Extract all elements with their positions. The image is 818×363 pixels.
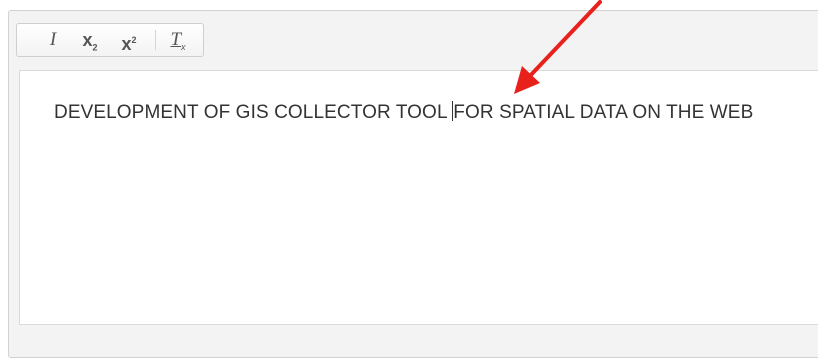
subscript-button[interactable]: x2 [77,28,103,53]
superscript-glyph: x [121,34,132,54]
subscript-icon: x2 [82,30,98,53]
toolbar-separator [155,30,156,50]
red-arrow-annotation [514,0,602,94]
rich-text-editor: I x2 x2 Tx DEVELOPMENT OF GIS COLLECTOR … [8,10,818,358]
subscript-glyph: x [82,30,93,50]
formatting-toolbar: I x2 x2 Tx [16,23,204,57]
remove-format-button[interactable]: Tx [165,28,191,52]
editor-content-area[interactable]: DEVELOPMENT OF GIS COLLECTOR TOOL FOR SP… [19,70,818,325]
italic-button[interactable]: I [40,28,66,52]
editor-text[interactable]: DEVELOPMENT OF GIS COLLECTOR TOOL FOR SP… [54,98,784,128]
italic-icon: I [49,29,57,50]
remove-format-icon: Tx [170,29,186,52]
text-after-caret: FOR SPATIAL DATA ON THE WEB [453,102,754,123]
text-before-caret: DEVELOPMENT OF GIS COLLECTOR TOOL [54,102,453,123]
remove-format-glyph: T [170,29,182,50]
superscript-icon: x2 [121,34,136,54]
superscript-mark: 2 [131,35,137,45]
superscript-button[interactable]: x2 [116,28,142,54]
remove-format-mark: x [181,41,186,52]
subscript-mark: 2 [92,42,98,53]
